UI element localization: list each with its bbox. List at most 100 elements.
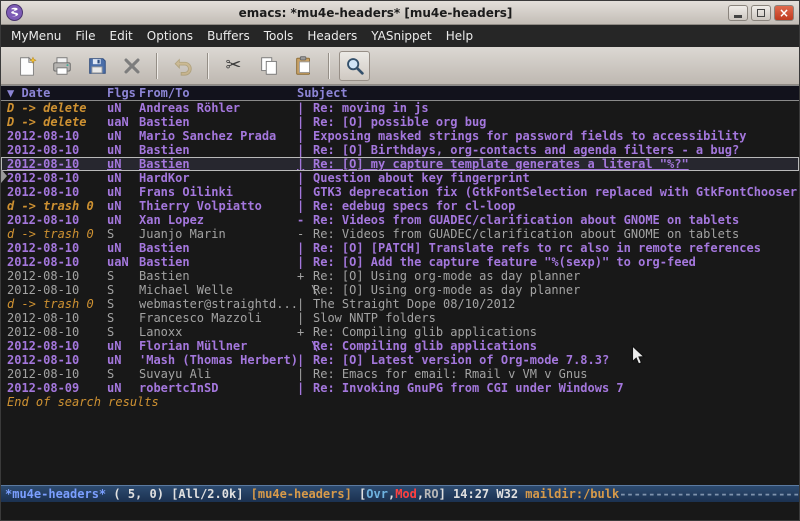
row-flags: S (107, 311, 139, 325)
header-row[interactable]: 2012-08-10 uN Mario Sanchez Prada | Expo… (1, 129, 799, 143)
row-subject: Re: Compiling glib applications (313, 339, 799, 353)
menu-item-options[interactable]: Options (140, 26, 200, 46)
row-from: webmaster@straightd... (139, 297, 297, 311)
row-subject: Re: [O] Birthdays, org-contacts and agen… (313, 143, 799, 157)
row-flags: uN (107, 199, 139, 213)
menu-item-buffers[interactable]: Buffers (200, 26, 257, 46)
row-flags: S (107, 227, 139, 241)
row-from: Francesco Mazzoli (139, 311, 297, 325)
row-flags: uN (107, 171, 139, 185)
row-thread-separator: | (297, 255, 313, 269)
headers-list: D -> delete uN Andreas Röhler | Re: movi… (1, 101, 799, 485)
paste-icon (293, 55, 315, 77)
cut-icon: ✂ (226, 56, 242, 75)
new-file-icon (16, 55, 38, 77)
header-row[interactable]: 2012-08-10 uN Frans Oilinki | GTK3 depre… (1, 185, 799, 199)
search-button[interactable] (339, 51, 370, 81)
row-from: Bastien (139, 143, 297, 157)
print-button[interactable] (46, 51, 77, 81)
mouse-cursor (631, 345, 647, 367)
row-date: 2012-08-10 (7, 241, 107, 255)
header-row[interactable]: 2012-08-10 uaN Bastien | Re: [O] Add the… (1, 255, 799, 269)
row-thread-separator: | (297, 381, 313, 395)
row-thread-separator: \ (297, 283, 313, 297)
column-header-flags[interactable]: Flgs (107, 86, 139, 100)
row-subject: The Straight Dope 08/10/2012 (313, 297, 799, 311)
minibuffer-echo-area[interactable] (1, 502, 799, 520)
mode-line: *mu4e-headers* ( 5, 0) [All/2.0k] [mu4e-… (1, 485, 799, 502)
header-row[interactable]: 2012-08-09 uN robertcInSD | Re: Invoking… (1, 381, 799, 395)
column-header-date[interactable]: ▼ Date (7, 86, 107, 100)
column-header-from[interactable]: From/To (139, 86, 297, 100)
header-row[interactable]: D -> delete uaN Bastien | Re: [O] possib… (1, 115, 799, 129)
minimize-button[interactable] (728, 5, 748, 21)
row-date: 2012-08-10 (7, 255, 107, 269)
header-row[interactable]: 2012-08-10 uN HardKor | Question about k… (1, 171, 799, 185)
cut-button[interactable]: ✂ (218, 51, 249, 81)
menu-item-file[interactable]: File (68, 26, 102, 46)
row-from: Andreas Röhler (139, 101, 297, 115)
header-row[interactable]: 2012-08-10 S Francesco Mazzoli | Slow NN… (1, 311, 799, 325)
maximize-button[interactable] (751, 5, 771, 21)
row-date: d -> trash 0 (7, 297, 107, 311)
row-date: 2012-08-10 (7, 171, 107, 185)
row-from: Bastien (139, 241, 297, 255)
row-subject: Re: [O] Using org-mode as day planner (313, 283, 799, 297)
save-button[interactable] (81, 51, 112, 81)
menu-item-yasnippet[interactable]: YASnippet (364, 26, 439, 46)
menu-item-tools[interactable]: Tools (257, 26, 301, 46)
column-header-subject[interactable]: Subject (297, 86, 799, 100)
new-file-button[interactable] (11, 51, 42, 81)
row-thread-separator: | (297, 101, 313, 115)
row-thread-separator: + (297, 269, 313, 283)
row-thread-separator: | (297, 297, 313, 311)
row-date: 2012-08-10 (7, 311, 107, 325)
menu-item-help[interactable]: Help (439, 26, 480, 46)
header-row[interactable]: d -> trash 0 uN Thierry Volpiatto | Re: … (1, 199, 799, 213)
menu-item-mymenu[interactable]: MyMenu (4, 26, 68, 46)
header-row[interactable]: 2012-08-10 S Lanoxx + Re: Compiling glib… (1, 325, 799, 339)
row-from: Bastien (139, 255, 297, 269)
row-from: 'Mash (Thomas Herbert) (139, 353, 297, 367)
row-date: 2012-08-10 (7, 339, 107, 353)
undo-button[interactable] (167, 51, 198, 81)
row-date: D -> delete (7, 115, 107, 129)
copy-button[interactable] (253, 51, 284, 81)
row-subject: Re: [O] my capture template generates a … (313, 157, 799, 171)
modeline-segment: 14:27 W32 (453, 487, 525, 501)
row-flags: uN (107, 339, 139, 353)
header-row[interactable]: d -> trash 0 S webmaster@straightd... | … (1, 297, 799, 311)
header-row[interactable]: d -> trash 0 S Juanjo Marin - Re: Videos… (1, 227, 799, 241)
row-subject: Re: [O] Latest version of Org-mode 7.8.3… (313, 353, 799, 367)
minimize-icon (734, 15, 742, 18)
modeline-segment: ----------------------------------------… (619, 487, 799, 501)
row-thread-separator: + (297, 325, 313, 339)
paste-button[interactable] (288, 51, 319, 81)
header-row[interactable]: 2012-08-10 uN Xan Lopez - Re: Videos fro… (1, 213, 799, 227)
header-row[interactable]: 2012-08-10 uN Bastien | Re: [O] my captu… (1, 157, 799, 171)
row-from: HardKor (139, 171, 297, 185)
menu-item-headers[interactable]: Headers (300, 26, 364, 46)
header-row[interactable]: 2012-08-10 uN 'Mash (Thomas Herbert) | R… (1, 353, 799, 367)
row-thread-separator: | (297, 367, 313, 381)
header-row[interactable]: 2012-08-10 S Suvayu Ali | Re: Emacs for … (1, 367, 799, 381)
close-button[interactable]: × (774, 5, 794, 21)
header-row[interactable]: 2012-08-10 uN Florian Müllner \ Re: Comp… (1, 339, 799, 353)
header-row[interactable]: 2012-08-10 S Bastien + Re: [O] Using org… (1, 269, 799, 283)
row-thread-separator: | (297, 199, 313, 213)
close-button[interactable] (116, 51, 147, 81)
row-flags: uN (107, 157, 139, 171)
row-from: Michael Welle (139, 283, 297, 297)
header-row[interactable]: 2012-08-10 S Michael Welle \ Re: [O] Usi… (1, 283, 799, 297)
row-date: 2012-08-10 (7, 129, 107, 143)
row-flags: uN (107, 129, 139, 143)
toolbar-separator (207, 53, 209, 79)
menu-item-edit[interactable]: Edit (103, 26, 140, 46)
header-row[interactable]: D -> delete uN Andreas Röhler | Re: movi… (1, 101, 799, 115)
undo-icon (172, 55, 194, 77)
header-row[interactable]: 2012-08-10 uN Bastien | Re: [O] [PATCH] … (1, 241, 799, 255)
row-flags: uN (107, 353, 139, 367)
row-thread-separator: - (297, 227, 313, 241)
row-thread-separator: | (297, 115, 313, 129)
header-row[interactable]: 2012-08-10 uN Bastien | Re: [O] Birthday… (1, 143, 799, 157)
